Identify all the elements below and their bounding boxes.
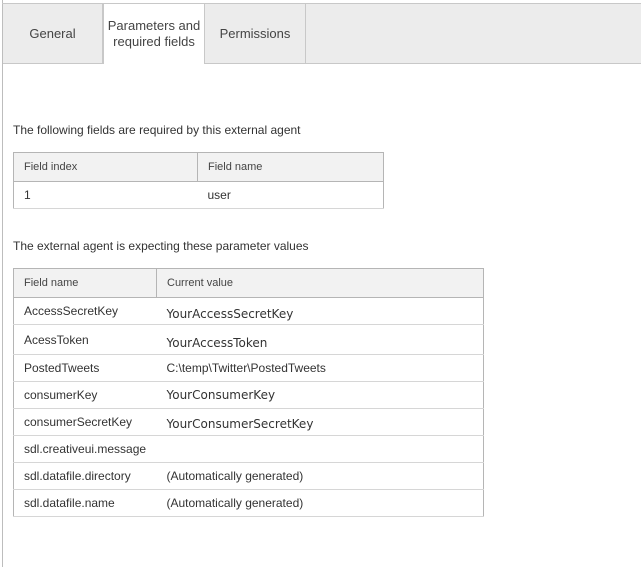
field-index-cell: 1 bbox=[13, 181, 198, 209]
parameter-values-table: Field name Current value AccessSecretKey… bbox=[13, 268, 484, 517]
parameter-value-cell[interactable]: (Automatically generated) bbox=[156, 462, 484, 490]
parameter-value-cell[interactable]: C:\temp\Twitter\PostedTweets bbox=[156, 354, 484, 382]
column-header-field-name: Field name bbox=[197, 152, 384, 182]
parameter-value-cell[interactable]: YourConsumerSecretKey bbox=[156, 408, 484, 436]
table-row[interactable]: AccessSecretKey YourAccessSecretKey bbox=[13, 297, 484, 325]
tab-bar-top-border bbox=[2, 3, 641, 4]
table-header-row: Field name Current value bbox=[13, 268, 484, 298]
table-row[interactable]: sdl.datafile.name (Automatically generat… bbox=[13, 489, 484, 517]
table-row[interactable]: consumerKey YourConsumerKey bbox=[13, 381, 484, 409]
required-fields-title: The following fields are required by thi… bbox=[13, 123, 301, 137]
parameter-value-cell[interactable]: YourAccessToken bbox=[156, 324, 484, 355]
table-row[interactable]: PostedTweets C:\temp\Twitter\PostedTweet… bbox=[13, 354, 484, 382]
parameter-name-cell: AccessSecretKey bbox=[13, 297, 157, 325]
column-header-field-name: Field name bbox=[13, 268, 157, 298]
required-fields-table: Field index Field name 1 user bbox=[13, 152, 384, 209]
column-header-field-index: Field index bbox=[13, 152, 198, 182]
parameter-name-cell: consumerKey bbox=[13, 381, 157, 409]
table-row[interactable]: 1 user bbox=[13, 181, 384, 209]
field-name-cell: user bbox=[197, 181, 384, 209]
table-row[interactable]: sdl.creativeui.message bbox=[13, 435, 484, 463]
tab-parameters-label-line1: Parameters and bbox=[107, 18, 201, 33]
window-left-border bbox=[2, 0, 3, 567]
parameter-values-title: The external agent is expecting these pa… bbox=[13, 239, 309, 253]
parameter-name-cell: PostedTweets bbox=[13, 354, 157, 382]
tab-parameters-label-line2: required fields bbox=[113, 34, 195, 49]
parameter-value-cell[interactable]: YourConsumerKey bbox=[156, 381, 484, 409]
tab-parameters-label: Parameters and required fields bbox=[108, 18, 201, 50]
tab-parameters[interactable]: Parameters and required fields bbox=[103, 4, 205, 64]
tab-general-label: General bbox=[29, 25, 76, 41]
parameter-name-cell: sdl.creativeui.message bbox=[13, 435, 157, 463]
parameter-name-cell: sdl.datafile.directory bbox=[13, 462, 157, 490]
tab-permissions[interactable]: Permissions bbox=[205, 4, 306, 63]
table-header-row: Field index Field name bbox=[13, 152, 384, 182]
tab-permissions-label: Permissions bbox=[219, 25, 291, 41]
parameter-value-cell[interactable] bbox=[156, 435, 484, 463]
table-row[interactable]: sdl.datafile.directory (Automatically ge… bbox=[13, 462, 484, 490]
table-row[interactable]: AcessToken YourAccessToken bbox=[13, 324, 484, 355]
table-row[interactable]: consumerSecretKey YourConsumerSecretKey bbox=[13, 408, 484, 436]
tab-bar: General Parameters and required fields P… bbox=[3, 4, 641, 64]
parameter-value-cell[interactable]: (Automatically generated) bbox=[156, 489, 484, 517]
parameter-name-cell: consumerSecretKey bbox=[13, 408, 157, 436]
parameter-name-cell: sdl.datafile.name bbox=[13, 489, 157, 517]
parameter-value-cell[interactable]: YourAccessSecretKey bbox=[156, 297, 484, 325]
tab-general[interactable]: General bbox=[3, 4, 103, 63]
parameter-name-cell: AcessToken bbox=[13, 324, 157, 355]
column-header-current-value: Current value bbox=[156, 268, 484, 298]
